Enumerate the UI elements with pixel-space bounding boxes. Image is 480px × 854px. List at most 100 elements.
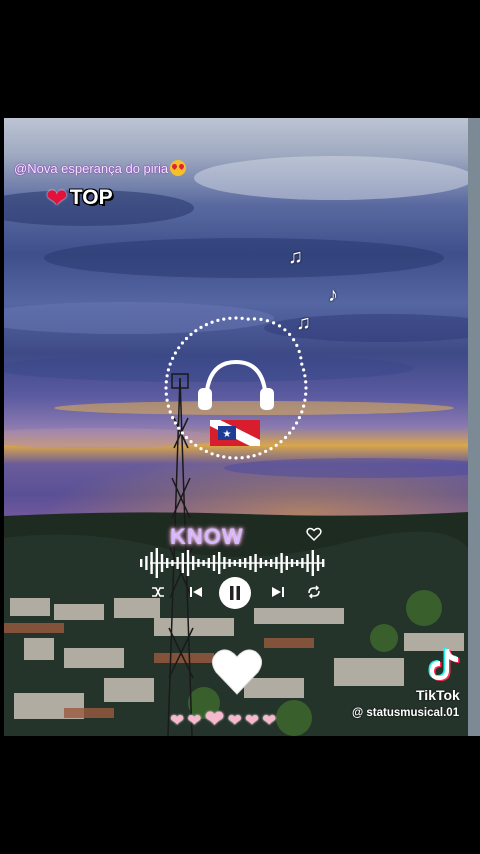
visualizer-dot <box>302 368 306 372</box>
visualizer-dot <box>258 452 262 456</box>
visualizer-dot <box>180 431 184 435</box>
visualizer-dot <box>234 316 238 320</box>
heart-eyes-emoji-icon <box>170 160 187 176</box>
visualizer-dot <box>292 338 296 342</box>
headphones-icon <box>198 359 274 410</box>
pink-heart-icon: ❤ <box>227 710 242 730</box>
visualizer-dot <box>184 435 189 440</box>
edge-bar <box>468 118 480 736</box>
visualizer-dot <box>264 449 268 453</box>
visualizer-dot <box>189 332 193 336</box>
visualizer-dot <box>194 443 198 447</box>
previous-icon[interactable] <box>188 584 204 600</box>
audio-visualizer-ring: ★ <box>164 316 308 460</box>
visualizer-dot <box>295 421 299 425</box>
visualizer-dot <box>228 456 232 460</box>
visualizer-dot <box>240 456 244 460</box>
visualizer-dot <box>240 316 244 320</box>
next-icon[interactable] <box>270 584 286 600</box>
heart-outline-icon[interactable] <box>306 526 322 542</box>
visualizer-dot <box>277 324 282 328</box>
visualizer-dot <box>199 325 203 329</box>
top-label: TOP <box>69 186 113 209</box>
music-note-icon: ♪ <box>328 284 338 306</box>
visualizer-dot <box>171 356 175 360</box>
visualizer-dot <box>216 454 220 458</box>
visualizer-dot <box>165 398 169 402</box>
visualizer-dot <box>164 380 168 384</box>
waveform-bar <box>140 559 143 567</box>
red-heart-icon: ❤ <box>46 183 68 213</box>
visualizer-dot <box>173 351 177 355</box>
hearts-row: ❤ ❤ ❤ ❤ ❤ ❤ <box>170 708 276 732</box>
visualizer-dot <box>303 398 307 402</box>
caption-label: @Nova esperança do piria <box>14 161 169 176</box>
visualizer-dot <box>300 362 304 366</box>
visualizer-dot <box>168 410 172 414</box>
visualizer-dot <box>166 404 170 408</box>
visualizer-dot <box>246 317 250 321</box>
tiktok-handle: @ statusmusical.01 <box>352 707 460 719</box>
waveform-bar <box>322 559 325 567</box>
waveform-seek-bar[interactable] <box>136 546 332 580</box>
visualizer-dot <box>295 343 299 347</box>
visualizer-dot <box>180 341 184 345</box>
visualizer-dot <box>304 392 308 396</box>
visualizer-dot <box>189 440 193 444</box>
visualizer-dot <box>173 421 177 425</box>
visualizer-dot <box>199 447 203 451</box>
visualizer-dot <box>283 435 288 440</box>
visualizer-dot <box>222 455 226 459</box>
visualizer-dot <box>283 328 287 332</box>
visualizer-dot <box>204 323 208 327</box>
pink-heart-icon: ❤ <box>170 710 185 730</box>
visualizer-dot <box>222 317 226 321</box>
para-flag-icon: ★ <box>210 420 260 446</box>
visualizer-dot <box>210 320 214 324</box>
big-heart-icon <box>212 649 262 695</box>
visualizer-dot <box>265 319 269 323</box>
visualizer-dot <box>164 392 168 396</box>
pink-heart-icon: ❤ <box>262 710 277 730</box>
visualizer-dot <box>164 386 168 390</box>
tiktok-logo-icon <box>428 648 460 681</box>
visualizer-dot <box>279 440 283 444</box>
visualizer-dot <box>259 317 263 321</box>
visualizer-dot <box>288 431 292 435</box>
visualizer-dot <box>299 356 303 360</box>
svg-text:★: ★ <box>223 429 232 440</box>
visualizer-dot <box>194 329 198 333</box>
visualizer-dot <box>228 316 232 320</box>
pink-heart-icon: ❤ <box>244 710 260 730</box>
visualizer-dot <box>291 426 295 430</box>
visualizer-dot <box>216 318 220 322</box>
tiktok-brand-label: TikTok <box>416 687 460 703</box>
visualizer-dot <box>166 368 170 372</box>
shuffle-icon[interactable] <box>150 584 166 600</box>
waveform-bar <box>145 556 148 570</box>
caption-text: @Nova esperança do piria <box>14 160 187 176</box>
visualizer-dot <box>297 416 301 420</box>
visualizer-dot <box>165 374 169 378</box>
visualizer-dot <box>184 336 189 341</box>
visualizer-dot <box>234 456 238 460</box>
music-note-icon: ♫ <box>288 246 303 268</box>
pink-heart-icon: ❤ <box>187 710 202 730</box>
player-controls <box>150 576 330 610</box>
visualizer-dot <box>304 386 308 390</box>
visualizer-dot <box>304 380 308 384</box>
visualizer-dot <box>272 321 276 325</box>
visualizer-dot <box>297 349 301 354</box>
visualizer-dot <box>302 404 306 408</box>
visualizer-dot <box>274 443 278 447</box>
visualizer-dot <box>300 410 304 414</box>
pause-button[interactable] <box>218 576 252 610</box>
visualizer-dot <box>269 447 273 451</box>
visualizer-dot <box>252 454 256 458</box>
visualizer-dot <box>210 452 214 456</box>
visualizer-dot <box>303 374 307 378</box>
visualizer-dot <box>204 449 208 453</box>
visualizer-dot <box>168 362 172 366</box>
top-badge: ❤ TOP <box>46 185 113 211</box>
repeat-icon[interactable] <box>306 584 322 600</box>
